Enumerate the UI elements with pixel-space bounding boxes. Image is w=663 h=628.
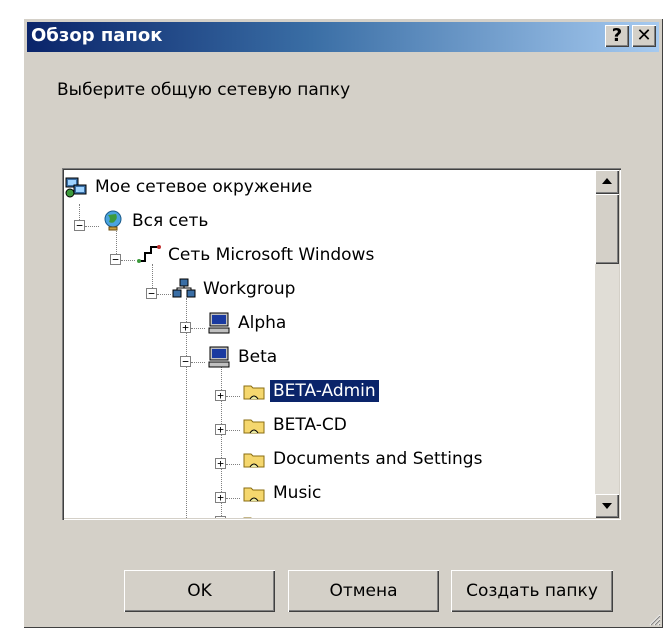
tree-line (186, 362, 187, 518)
tree-node-network-places[interactable]: Мое сетевое окружение (64, 172, 315, 202)
tree-node-entire-network[interactable]: Вся сеть (101, 206, 211, 236)
ok-button[interactable]: OK (124, 570, 275, 612)
tree-node-partial[interactable] (242, 508, 270, 518)
scroll-down-button[interactable] (595, 494, 619, 518)
tree-node-alpha[interactable]: Alpha (207, 308, 289, 338)
tree-node-label: Workgroup (203, 279, 296, 299)
title-bar[interactable]: Обзор папок ? ✕ (27, 22, 659, 52)
tree-line (157, 294, 171, 295)
vertical-scrollbar[interactable] (595, 170, 619, 518)
collapse-toggle[interactable]: − (146, 288, 157, 299)
arrow-down-icon (602, 503, 612, 509)
tree-node-documents-and-settings[interactable]: Documents and Settings (242, 444, 485, 474)
tree-line (85, 226, 99, 227)
network-icon (137, 243, 161, 267)
network-places-icon (64, 175, 88, 199)
tree-node-label: BETA-Admin (269, 379, 380, 403)
expand-toggle[interactable]: + (215, 458, 226, 469)
shared-folder-icon (242, 447, 266, 471)
tree-node-label: Documents and Settings (273, 449, 483, 469)
expand-toggle[interactable]: + (215, 516, 226, 518)
tree-node-label: Сеть Microsoft Windows (168, 245, 375, 265)
tree-line (191, 328, 205, 329)
scroll-up-button[interactable] (595, 170, 619, 194)
help-button[interactable]: ? (605, 25, 629, 47)
tree-node-music[interactable]: Music (242, 478, 324, 508)
expand-toggle[interactable]: + (180, 322, 191, 333)
workgroup-icon (172, 277, 196, 301)
tree-node-label: Вся сеть (132, 211, 209, 231)
tree-line (226, 396, 240, 397)
shared-folder-icon (242, 379, 266, 403)
expand-toggle[interactable]: + (215, 424, 226, 435)
tree-node-workgroup[interactable]: Workgroup (172, 274, 298, 304)
tree-line (226, 498, 240, 499)
tree-node-beta-cd[interactable]: BETA-CD (242, 410, 350, 440)
globe-icon (101, 209, 125, 233)
tree-node-label: Alpha (238, 313, 287, 333)
scroll-thumb[interactable] (595, 194, 619, 264)
tree-node-label: Music (273, 483, 322, 503)
resize-grip-icon[interactable] (647, 612, 661, 626)
tree-line (191, 362, 205, 363)
prompt-text: Выберите общую сетевую папку (57, 80, 351, 100)
collapse-toggle[interactable]: − (110, 254, 121, 265)
tree-view[interactable]: Мое сетевое окружение − Вся сеть − Сеть … (64, 170, 591, 518)
shared-folder-icon (242, 481, 266, 505)
computer-icon (207, 311, 231, 335)
tree-node-label: Beta (238, 347, 278, 367)
collapse-toggle[interactable]: − (74, 220, 85, 231)
tree-node-beta-admin[interactable]: BETA-Admin (242, 376, 380, 406)
tree-line (226, 430, 240, 431)
tree-node-label: Мое сетевое окружение (95, 177, 313, 197)
shared-folder-icon (242, 413, 266, 437)
collapse-toggle[interactable]: − (180, 356, 191, 367)
close-button[interactable]: ✕ (632, 25, 656, 47)
tree-line (121, 260, 135, 261)
browse-folders-dialog: Обзор папок ? ✕ Выберите общую сетевую п… (23, 18, 663, 628)
tree-node-beta[interactable]: Beta (207, 342, 280, 372)
create-folder-button[interactable]: Создать папку (451, 570, 613, 612)
expand-toggle[interactable]: + (215, 390, 226, 401)
expand-toggle[interactable]: + (215, 492, 226, 503)
tree-node-label: BETA-CD (273, 415, 347, 435)
window-title: Обзор папок (31, 25, 163, 46)
folder-tree[interactable]: Мое сетевое окружение − Вся сеть − Сеть … (62, 168, 621, 520)
arrow-up-icon (602, 178, 612, 184)
computer-icon (207, 345, 231, 369)
cancel-button[interactable]: Отмена (288, 570, 439, 612)
shared-folder-icon (242, 511, 266, 518)
tree-line (226, 464, 240, 465)
tree-node-microsoft-windows-network[interactable]: Сеть Microsoft Windows (137, 240, 377, 270)
